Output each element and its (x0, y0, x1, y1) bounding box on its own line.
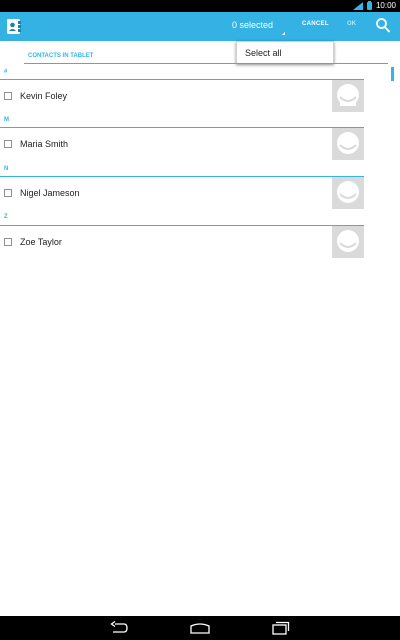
contact-row[interactable]: Nigel Jameson (0, 177, 364, 210)
avatar-placeholder-icon (332, 177, 364, 209)
avatar-placeholder-icon (332, 226, 364, 258)
contact-row[interactable]: Zoe Taylor (0, 226, 364, 259)
home-icon[interactable] (190, 621, 210, 635)
section-divider (24, 63, 388, 64)
contact-name: Zoe Taylor (20, 237, 62, 247)
action-bar: 0 selected CANCEL OK (0, 12, 400, 41)
contact-name: Nigel Jameson (20, 188, 80, 198)
contact-checkbox[interactable] (4, 238, 12, 246)
contacts-icon[interactable] (6, 18, 22, 35)
contact-name: Kevin Foley (20, 91, 68, 101)
group-letter: N (4, 166, 9, 172)
group-letter: Z (4, 214, 8, 220)
dropdown-indicator-icon (282, 32, 285, 35)
navigation-bar (0, 616, 400, 640)
search-icon[interactable] (375, 17, 391, 34)
screen: 10:00 0 selected CANCEL OK Select all CO… (0, 0, 400, 640)
status-bar: 10:00 (0, 0, 400, 12)
status-time: 10:00 (375, 1, 396, 10)
avatar-placeholder-icon (332, 80, 364, 112)
status-icons: 10:00 (352, 0, 396, 12)
wifi-signal-icon (352, 2, 363, 10)
ok-button[interactable]: OK (347, 21, 356, 27)
scrollbar[interactable] (391, 67, 394, 81)
battery-icon (366, 1, 372, 10)
back-icon[interactable] (110, 621, 128, 635)
section-header: CONTACTS IN TABLET (28, 53, 94, 59)
contact-name: Maria Smith (20, 139, 69, 149)
group-letter: M (4, 117, 9, 123)
recents-icon[interactable] (272, 621, 290, 635)
contact-row[interactable]: Kevin Foley (0, 80, 364, 113)
selection-menu: Select all (236, 41, 334, 64)
select-all-menu-item[interactable]: Select all (245, 48, 282, 58)
avatar-placeholder-icon (332, 128, 364, 160)
contact-checkbox[interactable] (4, 140, 12, 148)
selection-dropdown[interactable]: 0 selected (232, 20, 273, 30)
cancel-button[interactable]: CANCEL (302, 21, 329, 27)
group-letter: # (4, 69, 8, 75)
contact-checkbox[interactable] (4, 189, 12, 197)
contact-checkbox[interactable] (4, 92, 12, 100)
contact-row[interactable]: Maria Smith (0, 128, 364, 161)
